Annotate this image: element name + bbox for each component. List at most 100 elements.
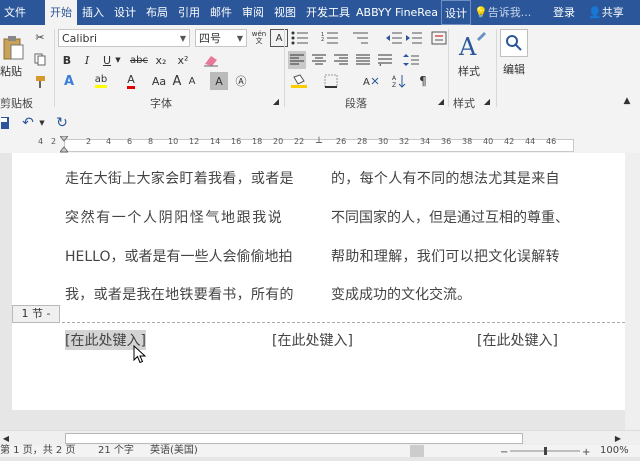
tab-design[interactable]: 设计 xyxy=(110,0,140,25)
shrink-font-button[interactable]: A xyxy=(185,72,199,90)
paste-button[interactable] xyxy=(0,33,26,63)
footer-placeholder-right[interactable]: [在此处键入] xyxy=(477,330,558,350)
tab-home[interactable]: 开始 xyxy=(45,0,77,25)
enclose-character-button[interactable]: A xyxy=(270,29,288,47)
language[interactable]: 英语(美国) xyxy=(150,445,198,457)
cut-icon[interactable]: ✂ xyxy=(32,29,48,45)
strikethrough-button[interactable]: abc xyxy=(128,52,150,68)
tab-insert[interactable]: 插入 xyxy=(78,0,108,25)
tab-developer[interactable]: 开发工具 xyxy=(302,0,354,25)
show-marks-button[interactable]: ¶ xyxy=(414,72,432,90)
word-count[interactable]: 21 个字 xyxy=(98,445,134,457)
character-shading-button[interactable]: A xyxy=(210,72,228,90)
clear-formatting-button[interactable] xyxy=(200,52,222,68)
line-spacing-button[interactable] xyxy=(400,51,422,69)
collapse-ribbon-icon[interactable]: ▲ xyxy=(620,95,634,107)
tell-me-box[interactable]: 💡告诉我... xyxy=(474,4,552,21)
body-text-line-right[interactable]: 变成成功的文化交流。 xyxy=(331,284,471,304)
body-text-line-right[interactable]: 帮助和理解，我们可以把文化误解转 xyxy=(331,246,560,266)
align-right-button[interactable] xyxy=(332,51,350,69)
tab-header-design[interactable]: 设计 xyxy=(441,0,471,25)
font-size-value: 四号 xyxy=(199,32,221,45)
align-left-button[interactable] xyxy=(288,51,306,69)
dialog-launcher-icon[interactable]: ◢ xyxy=(482,95,492,107)
paste-label: 粘贴 xyxy=(0,65,22,78)
font-size-combo[interactable]: 四号 ▼ xyxy=(195,29,247,47)
page-count[interactable]: 第 1 页，共 2 页 xyxy=(0,445,75,457)
zoom-slider[interactable]: − + xyxy=(500,445,590,458)
justify-icon xyxy=(356,54,370,65)
body-text-line[interactable]: 我，或者是我在地铁要看书，所有的 xyxy=(65,284,294,304)
print-layout-icon[interactable] xyxy=(440,445,454,457)
center-tab-marker[interactable]: ┴ xyxy=(316,138,322,149)
undo-icon[interactable]: ↶ xyxy=(18,115,38,131)
chinese-layout-button[interactable] xyxy=(430,29,448,47)
read-mode-icon[interactable] xyxy=(410,445,424,457)
redo-icon[interactable]: ↻ xyxy=(52,115,72,131)
multilevel-list-button[interactable] xyxy=(348,29,372,47)
format-painter-icon[interactable] xyxy=(32,73,48,89)
ruler-number: 46 xyxy=(546,137,557,146)
enclosed-character-button[interactable]: Ⓐ xyxy=(232,72,250,90)
phonetic-guide-button[interactable]: wén 文 xyxy=(250,29,268,47)
scroll-left-icon[interactable]: ◀ xyxy=(0,433,12,444)
dialog-launcher-icon[interactable]: ◢ xyxy=(271,95,281,107)
font-name-combo[interactable]: Calibri ▼ xyxy=(58,29,190,47)
borders-button[interactable] xyxy=(320,72,342,90)
chevron-down-icon[interactable]: ▼ xyxy=(38,115,46,131)
tab-layout[interactable]: 布局 xyxy=(142,0,172,25)
align-center-button[interactable] xyxy=(310,51,328,69)
decrease-indent-button[interactable] xyxy=(385,29,403,47)
text-effects-button[interactable]: A xyxy=(58,72,80,90)
zoom-level[interactable]: 100% xyxy=(600,445,629,457)
divider xyxy=(284,29,285,107)
login-button[interactable]: 登录 xyxy=(553,0,581,25)
footer-placeholder-center[interactable]: [在此处键入] xyxy=(272,330,353,350)
body-text-line-right[interactable]: 不同国家的人，但是通过互相的尊重、 xyxy=(331,207,569,227)
increase-indent-button[interactable] xyxy=(405,29,423,47)
find-button[interactable] xyxy=(500,29,528,57)
tab-mailings[interactable]: 邮件 xyxy=(206,0,236,25)
vertical-scrollbar[interactable] xyxy=(625,153,640,430)
tab-file[interactable]: 文件 xyxy=(0,0,30,25)
align-left-icon xyxy=(290,54,304,65)
tab-abbyy[interactable]: ABBYY FineRea xyxy=(356,0,438,25)
sort-button[interactable]: AZ xyxy=(390,72,408,90)
grow-font-button[interactable]: A xyxy=(170,72,184,90)
distribute-button[interactable] xyxy=(376,51,394,69)
tab-references[interactable]: 引用 xyxy=(174,0,204,25)
superscript-button[interactable]: x² xyxy=(174,52,192,68)
ruler-number: 16 xyxy=(231,137,242,146)
dialog-launcher-icon[interactable]: ◢ xyxy=(436,95,446,107)
numbering-button[interactable]: 12 xyxy=(318,29,342,47)
indent-marker-icon[interactable] xyxy=(58,135,70,153)
underline-button[interactable]: U xyxy=(100,52,114,68)
tab-review[interactable]: 审阅 xyxy=(238,0,268,25)
bold-button[interactable]: B xyxy=(60,52,74,68)
scroll-right-icon[interactable]: ▶ xyxy=(612,433,624,444)
styles-button[interactable]: A xyxy=(452,29,492,63)
horizontal-ruler[interactable]: 4 2 2 4 6 8 10 12 14 16 18 20 22 26 28 3… xyxy=(0,135,640,153)
web-layout-icon[interactable] xyxy=(470,445,484,457)
shading-button[interactable] xyxy=(288,72,310,90)
save-icon[interactable] xyxy=(0,115,12,131)
font-color-button[interactable]: A xyxy=(120,72,142,90)
chevron-down-icon[interactable]: ▼ xyxy=(114,52,122,68)
subscript-button[interactable]: x₂ xyxy=(152,52,170,68)
ruler-number: 40 xyxy=(483,137,494,146)
copy-icon[interactable] xyxy=(32,51,48,67)
justify-button[interactable] xyxy=(354,51,372,69)
body-text-line[interactable]: HELLO，或者是有一些人会偷偷地拍 xyxy=(65,246,293,266)
document-page[interactable] xyxy=(12,153,635,410)
italic-button[interactable]: I xyxy=(80,52,94,68)
tab-view[interactable]: 视图 xyxy=(270,0,300,25)
highlight-button[interactable]: ab xyxy=(90,72,112,90)
bullets-button[interactable] xyxy=(288,29,312,47)
body-text-line-right[interactable]: 的，每个人有不同的想法尤其是来自 xyxy=(331,168,560,188)
change-case-button[interactable]: Aa xyxy=(150,72,168,90)
body-text-line[interactable]: 走在大街上大家会盯着我看，或者是 xyxy=(65,168,294,188)
body-text-line[interactable]: 突然有一个人阴阳怪气地跟我说 xyxy=(65,207,283,227)
asian-layout-button[interactable]: A xyxy=(360,72,382,90)
share-button[interactable]: 👤共享 xyxy=(588,0,638,25)
horizontal-scroll-thumb[interactable] xyxy=(65,433,523,444)
